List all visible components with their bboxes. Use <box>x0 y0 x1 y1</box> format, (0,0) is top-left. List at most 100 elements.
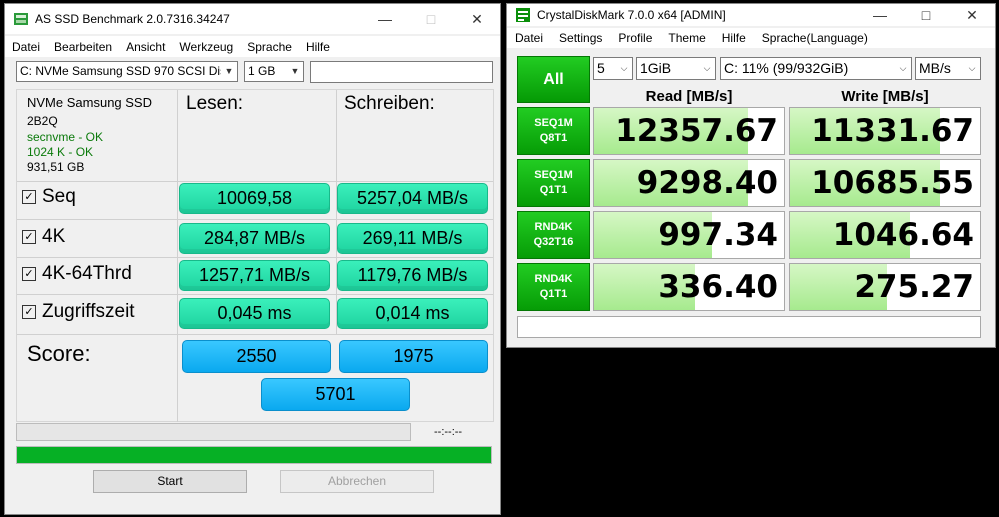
write-header: Schreiben: <box>344 93 435 114</box>
divider <box>177 90 178 422</box>
maximize-icon: □ <box>426 11 436 27</box>
seq1m-q1t1-read: 9298.40 <box>593 159 785 207</box>
seq-read-value: 10069,58 <box>179 183 330 214</box>
result-value: 275.27 <box>854 269 974 305</box>
test-rnd4k-q32t16-button[interactable]: RND4K Q32T16 <box>517 211 590 259</box>
menu-sprache[interactable]: Sprache <box>240 40 299 54</box>
score-read-value: 2550 <box>182 340 331 373</box>
rnd4k-q1t1-read: 336.40 <box>593 263 785 311</box>
result-value: 10685.55 <box>811 165 974 201</box>
4k64-read-value: 1257,71 MB/s <box>179 260 330 291</box>
test-name: SEQ1M <box>534 169 573 181</box>
score-total-value: 5701 <box>261 378 410 411</box>
drive-select-value: C: NVMe Samsung SSD 970 SCSI Disk D <box>20 64 238 78</box>
window-title: AS SSD Benchmark 2.0.7316.34247 <box>35 12 230 26</box>
app-icon <box>516 8 530 22</box>
checkbox-icon[interactable]: ✓ <box>22 230 36 244</box>
row-access-label[interactable]: ✓ Zugriffszeit <box>22 301 135 323</box>
app-icon <box>14 13 28 25</box>
4k-write-value: 269,11 MB/s <box>337 223 488 254</box>
menu-datei[interactable]: Datei <box>507 31 551 45</box>
row-4k-label[interactable]: ✓ 4K <box>22 226 65 248</box>
minimize-icon[interactable]: — <box>857 4 903 26</box>
row-seq-label[interactable]: ✓ Seq <box>22 186 76 208</box>
test-progress-bar <box>16 423 411 441</box>
menubar: Datei Bearbeiten Ansicht Werkzeug Sprach… <box>5 36 500 57</box>
score-label: Score: <box>27 341 91 366</box>
test-name: RND4K <box>534 273 573 285</box>
menu-theme[interactable]: Theme <box>660 31 713 45</box>
menu-bearbeiten[interactable]: Bearbeiten <box>47 40 119 54</box>
text-field[interactable] <box>310 61 493 83</box>
result-value: 9298.40 <box>636 165 778 201</box>
menu-hilfe[interactable]: Hilfe <box>714 31 754 45</box>
drive-firmware: 2B2Q <box>27 114 58 128</box>
row-label: 4K <box>42 226 66 247</box>
test-name: SEQ1M <box>534 117 573 129</box>
row-4k64-label[interactable]: ✓ 4K-64Thrd <box>22 263 132 285</box>
chevron-down-icon: ⌵ <box>964 58 980 79</box>
result-value: 12357.67 <box>615 113 778 149</box>
divider <box>17 334 493 335</box>
test-params: Q8T1 <box>539 132 568 144</box>
size-select[interactable]: 1 GB ▼ <box>244 61 304 82</box>
test-seq1m-q1t1-button[interactable]: SEQ1M Q1T1 <box>517 159 590 207</box>
menu-language[interactable]: Sprache(Language) <box>754 31 876 45</box>
divider <box>17 181 493 182</box>
all-button[interactable]: All <box>517 56 590 103</box>
checkbox-icon[interactable]: ✓ <box>22 305 36 319</box>
cdm-titlebar: CrystalDiskMark 7.0.0 x64 [ADMIN] — □ ✕ <box>507 4 995 26</box>
chevron-down-icon: ⌵ <box>616 58 632 79</box>
drive-select-value: C: 11% (99/932GiB) <box>724 60 849 76</box>
maximize-icon[interactable]: □ <box>903 4 949 26</box>
drive-info-panel: NVMe Samsung SSD 2B2Q secnvme - OK 1024 … <box>19 91 176 180</box>
rnd4k-q32t16-read: 997.34 <box>593 211 785 259</box>
result-value: 997.34 <box>658 217 778 253</box>
size-select[interactable]: 1GiB ⌵ <box>636 57 716 80</box>
cancel-button[interactable]: Abbrechen <box>280 470 434 493</box>
comment-input[interactable] <box>517 316 981 338</box>
minimize-icon[interactable]: — <box>362 4 408 34</box>
row-label: 4K-64Thrd <box>42 263 132 284</box>
size-select-value: 1GiB <box>640 60 672 76</box>
count-select[interactable]: 5 ⌵ <box>593 57 633 80</box>
crystaldiskmark-window: CrystalDiskMark 7.0.0 x64 [ADMIN] — □ ✕ … <box>506 3 996 348</box>
drive-select[interactable]: C: NVMe Samsung SSD 970 SCSI Disk D ▼ <box>16 61 238 82</box>
result-value: 1046.64 <box>832 217 974 253</box>
seq1m-q8t1-read: 12357.67 <box>593 107 785 155</box>
seq1m-q8t1-write: 11331.67 <box>789 107 981 155</box>
test-seq1m-q8t1-button[interactable]: SEQ1M Q8T1 <box>517 107 590 155</box>
4k-read-value: 284,87 MB/s <box>179 223 330 254</box>
unit-select[interactable]: MB/s ⌵ <box>915 57 981 80</box>
checkbox-icon[interactable]: ✓ <box>22 190 36 204</box>
test-params: Q1T1 <box>539 184 568 196</box>
menu-werkzeug[interactable]: Werkzeug <box>172 40 240 54</box>
divider <box>17 257 493 258</box>
size-select-value: 1 GB <box>248 64 276 78</box>
checkbox-icon[interactable]: ✓ <box>22 267 36 281</box>
divider <box>17 219 493 220</box>
write-header: Write [MB/s] <box>841 88 929 105</box>
drive-capacity: 931,51 GB <box>27 160 85 174</box>
close-icon[interactable]: ✕ <box>454 4 500 34</box>
test-rnd4k-q1t1-button[interactable]: RND4K Q1T1 <box>517 263 590 311</box>
total-progress-bar <box>16 446 492 464</box>
elapsed-time: --:--:-- <box>434 426 463 438</box>
test-params: Q1T1 <box>539 288 568 300</box>
4k64-write-value: 1179,76 MB/s <box>337 260 488 291</box>
rnd4k-q32t16-write: 1046.64 <box>789 211 981 259</box>
chevron-down-icon: ⌵ <box>699 58 715 79</box>
start-button[interactable]: Start <box>93 470 247 493</box>
menu-profile[interactable]: Profile <box>610 31 660 45</box>
menu-datei[interactable]: Datei <box>5 40 47 54</box>
drive-select[interactable]: C: 11% (99/932GiB) ⌵ <box>720 57 912 80</box>
chevron-down-icon: ▼ <box>221 62 237 81</box>
alignment-status: 1024 K - OK <box>27 145 94 159</box>
test-params: Q32T16 <box>533 236 574 248</box>
unit-select-value: MB/s <box>919 60 951 76</box>
close-icon[interactable]: ✕ <box>949 4 995 26</box>
menu-settings[interactable]: Settings <box>551 31 610 45</box>
chevron-down-icon: ▼ <box>287 62 303 81</box>
menu-ansicht[interactable]: Ansicht <box>119 40 172 54</box>
menu-hilfe[interactable]: Hilfe <box>299 40 337 54</box>
